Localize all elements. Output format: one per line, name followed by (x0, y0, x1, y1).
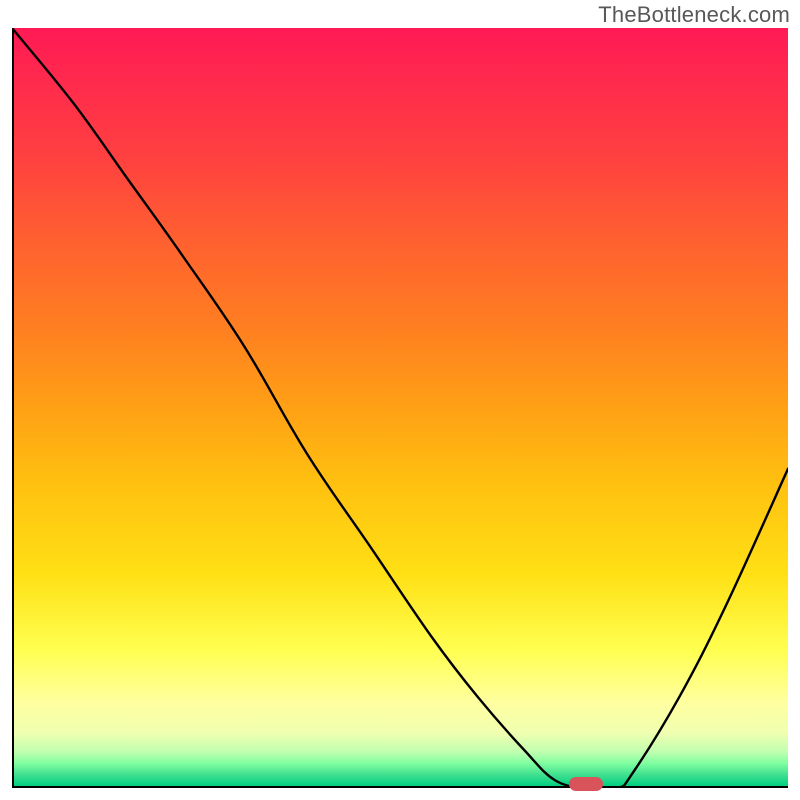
bottleneck-chart: TheBottleneck.com (0, 0, 800, 800)
plot-background (12, 28, 788, 788)
watermark-text: TheBottleneck.com (598, 2, 790, 28)
optimal-marker (569, 777, 603, 791)
